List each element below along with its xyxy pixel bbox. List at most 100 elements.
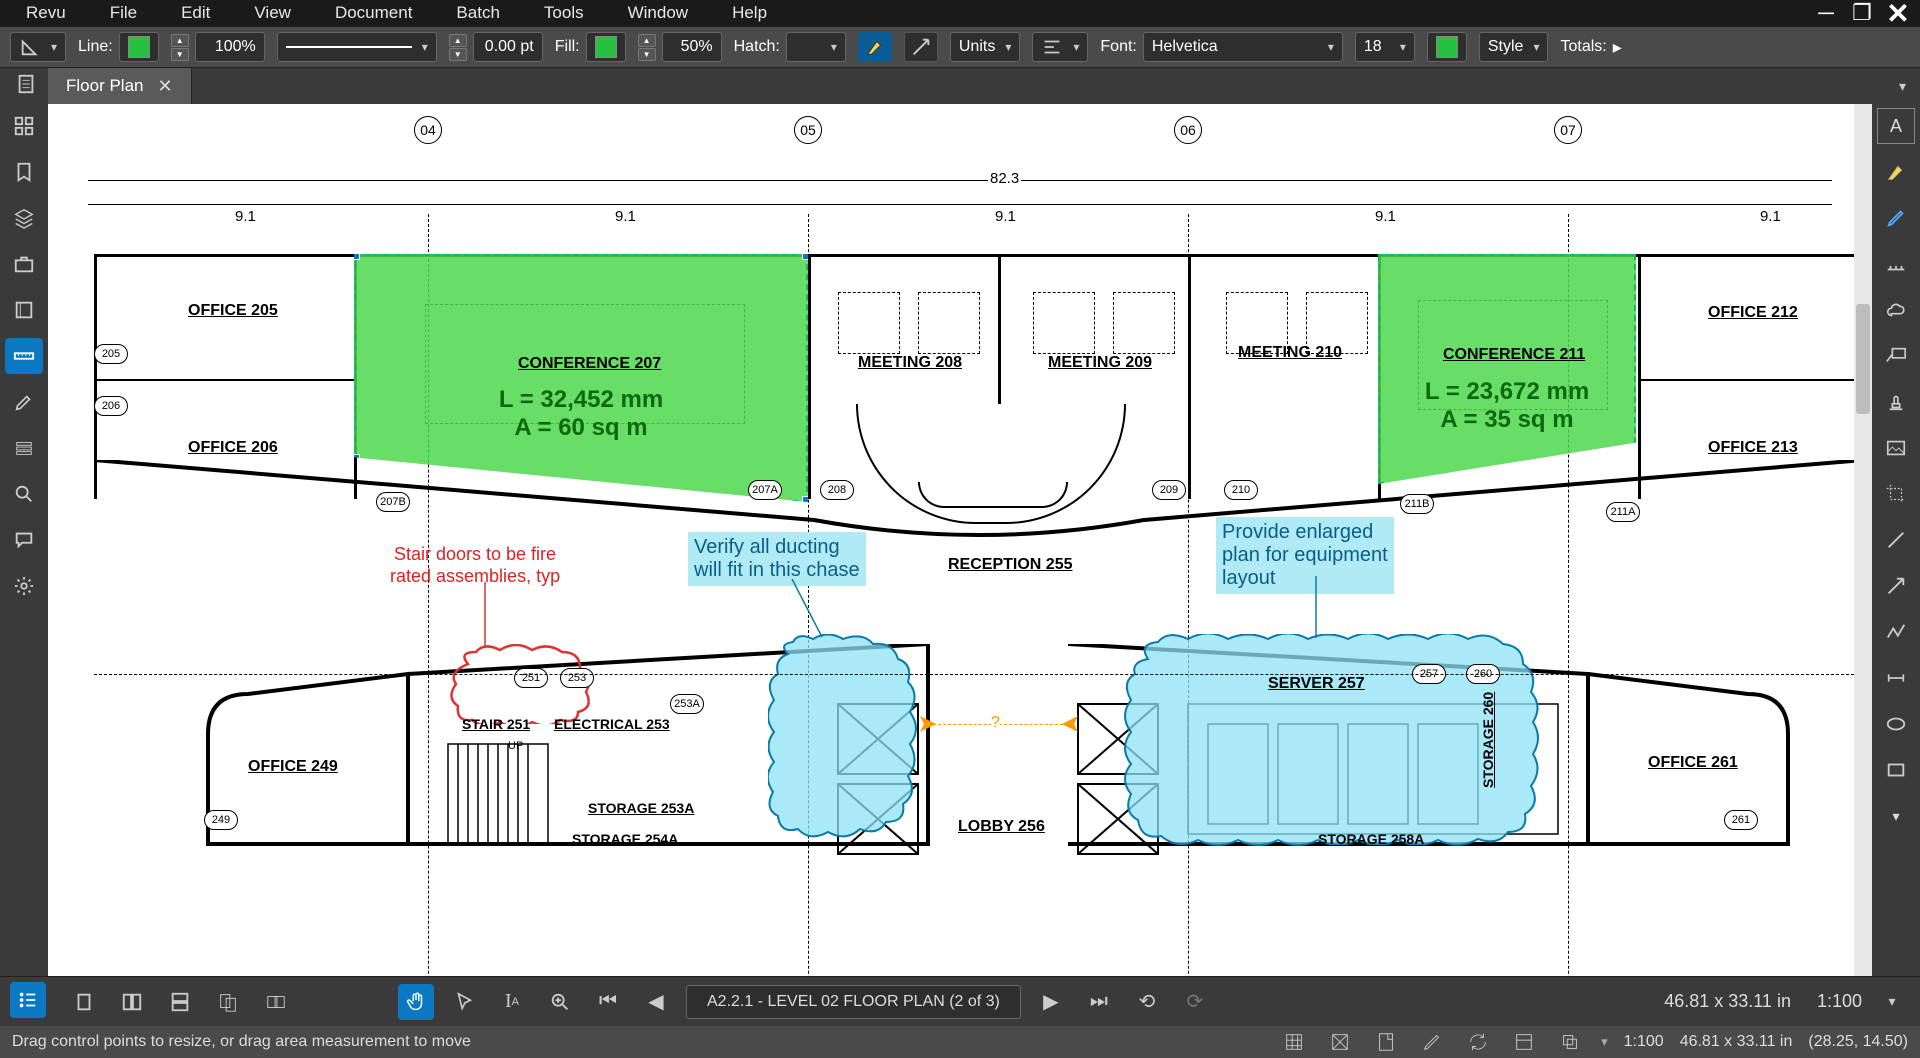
menu-edit[interactable]: Edit (159, 1, 232, 25)
menu-document[interactable]: Document (313, 1, 434, 25)
status-dim[interactable] (1509, 1029, 1539, 1055)
status-coords: (28.25, 14.50) (1808, 1033, 1908, 1051)
menu-batch[interactable]: Batch (434, 1, 521, 25)
panel-signatures[interactable] (5, 384, 43, 420)
tool-text-select[interactable]: IA (494, 984, 530, 1020)
page-indicator[interactable]: A2.2.1 - LEVEL 02 FLOOR PLAN (2 of 3) (686, 985, 1021, 1019)
panel-layers[interactable] (5, 200, 43, 236)
window-restore-button[interactable]: ❐ (1844, 0, 1880, 26)
font-color-picker[interactable] (1427, 32, 1467, 62)
split-h-icon (169, 991, 191, 1013)
alignment-drop[interactable]: ▾ (1032, 32, 1088, 62)
panel-search[interactable] (5, 476, 43, 512)
status-content-snap[interactable] (1371, 1029, 1401, 1055)
menu-revu[interactable]: Revu (4, 1, 88, 25)
window-close-button[interactable]: ✕ (1880, 0, 1916, 26)
font-size-drop[interactable]: 18▾ (1355, 32, 1415, 62)
units-drop[interactable]: Units▾ (950, 32, 1020, 62)
tool-text[interactable]: A (1877, 108, 1915, 144)
panel-bookmarks[interactable] (5, 154, 43, 190)
document-tab[interactable]: Floor Plan ✕ (48, 68, 192, 104)
view-overlay[interactable] (258, 984, 294, 1020)
tool-line-measure[interactable] (1877, 246, 1915, 282)
hatch-drop[interactable]: ▾ (786, 32, 846, 62)
tool-shape-drop[interactable]: ▾ (10, 32, 66, 62)
tool-ellipse[interactable] (1877, 706, 1915, 742)
status-grid[interactable] (1279, 1029, 1309, 1055)
status-sync[interactable] (1463, 1029, 1493, 1055)
tool-callout[interactable] (1877, 338, 1915, 374)
tool-arrow[interactable] (1877, 568, 1915, 604)
totals-more-icon[interactable]: ▸ (1613, 37, 1622, 58)
tool-pan[interactable] (398, 984, 434, 1020)
nav-last[interactable]: ⏭ (1081, 984, 1117, 1020)
tool-dimension[interactable] (1877, 660, 1915, 696)
panel-measurements[interactable] (5, 338, 43, 374)
nav-next-view[interactable]: ⟳ (1177, 984, 1213, 1020)
nav-prev-view[interactable]: ⟲ (1129, 984, 1165, 1020)
vertical-scrollbar[interactable] (1854, 104, 1872, 976)
view-split-v[interactable] (114, 984, 150, 1020)
lineweight-stepper[interactable]: ▲▼ (449, 34, 467, 61)
view-single[interactable] (66, 984, 102, 1020)
lineweight-value[interactable]: 0.00 pt (473, 32, 543, 62)
callout-server[interactable]: Provide enlarged plan for equipment layo… (1216, 517, 1394, 594)
tool-rect[interactable] (1877, 752, 1915, 788)
room-label: SERVER 257 (1268, 675, 1365, 693)
nav-next[interactable]: ▶ (1033, 984, 1069, 1020)
tool-stamp[interactable] (1877, 384, 1915, 420)
tool-polyline[interactable] (1877, 614, 1915, 650)
drawing-canvas[interactable]: 82.3 9.1 9.1 9.1 9.1 9.1 04 05 06 07 (48, 104, 1872, 976)
panel-properties[interactable] (5, 292, 43, 328)
menu-window[interactable]: Window (606, 1, 710, 25)
view-split-h[interactable] (162, 984, 198, 1020)
tool-line[interactable] (1877, 522, 1915, 558)
view-compare[interactable] (210, 984, 246, 1020)
nav-first[interactable]: ⏮ (590, 984, 626, 1020)
tool-zoom[interactable] (542, 984, 578, 1020)
close-tab-button[interactable]: ✕ (157, 76, 172, 97)
status-stack[interactable] (1555, 1029, 1585, 1055)
panel-toggle-chevron[interactable]: ▾ (1885, 68, 1920, 104)
cloud-markup-ducting[interactable] (768, 634, 948, 844)
tool-select[interactable] (446, 984, 482, 1020)
room-label: OFFICE 261 (1648, 754, 1738, 772)
panel-sets[interactable] (5, 430, 43, 466)
status-reuse[interactable] (1417, 1029, 1447, 1055)
line-color-picker[interactable] (119, 32, 159, 62)
tool-cloud[interactable] (1877, 292, 1915, 328)
callout-ducting[interactable]: Verify all ducting will fit in this chas… (688, 532, 866, 586)
fill-color-picker[interactable] (586, 32, 626, 62)
panel-thumbnails[interactable] (5, 108, 43, 144)
tool-more[interactable]: ▾ (1877, 798, 1915, 834)
dim-unknown-q: ? (991, 714, 1000, 732)
status-snap[interactable] (1325, 1029, 1355, 1055)
opacity-value[interactable]: 50% (662, 32, 722, 62)
menu-view[interactable]: View (232, 1, 313, 25)
menu-help[interactable]: Help (710, 1, 789, 25)
zoom-value[interactable]: 100% (195, 32, 265, 62)
menu-tools[interactable]: Tools (522, 1, 606, 25)
panel-settings[interactable] (5, 568, 43, 604)
panel-toolchest[interactable] (5, 246, 43, 282)
opacity-stepper[interactable]: ▲▼ (638, 34, 656, 61)
highlight-toggle[interactable] (858, 32, 892, 62)
callout-stair[interactable]: Stair doors to be fire rated assemblies,… (390, 544, 560, 587)
markup-list-toggle[interactable] (10, 982, 46, 1018)
style-drop[interactable]: Style▾ (1479, 32, 1549, 62)
tool-pen[interactable] (1877, 200, 1915, 236)
thumbnails-toggle[interactable] (10, 68, 42, 100)
status-scale[interactable]: 1:100 (1624, 1033, 1664, 1051)
menu-file[interactable]: File (88, 1, 159, 25)
font-name-drop[interactable]: Helvetica▾ (1143, 32, 1343, 62)
line-endings-toggle[interactable] (904, 32, 938, 62)
line-style-drop[interactable]: ▾ (277, 32, 437, 62)
window-minimize-button[interactable]: ─ (1808, 0, 1844, 26)
panel-toggle-right[interactable]: ▾ (1874, 984, 1910, 1020)
panel-studio[interactable] (5, 522, 43, 558)
tool-highlighter[interactable] (1877, 154, 1915, 190)
tool-image[interactable] (1877, 430, 1915, 466)
zoom-stepper[interactable]: ▲▼ (171, 34, 189, 61)
nav-prev[interactable]: ◀ (638, 984, 674, 1020)
tool-crop[interactable] (1877, 476, 1915, 512)
